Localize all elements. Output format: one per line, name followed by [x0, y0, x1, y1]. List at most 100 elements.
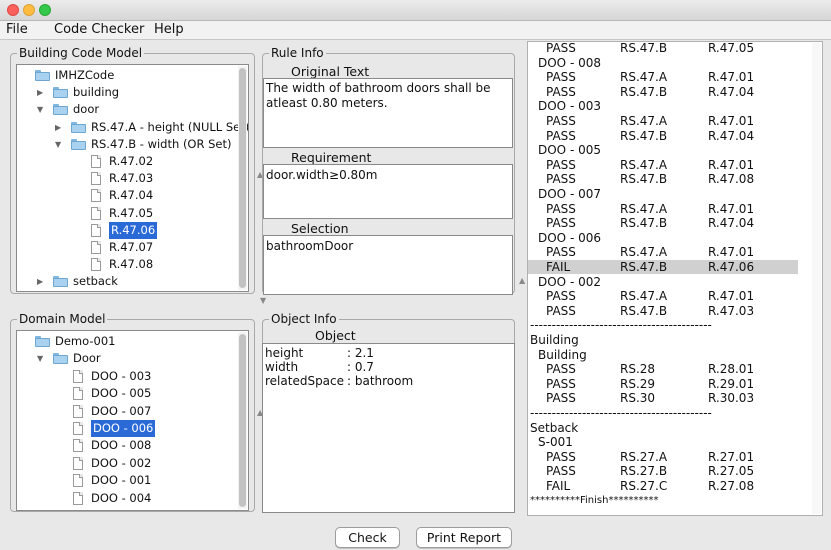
report-line: DOO - 006: [528, 231, 798, 245]
tree-item[interactable]: R.47.05: [17, 205, 237, 222]
report-rule: R.47.01: [708, 70, 755, 85]
report-ruleset: RS.27.B: [620, 464, 668, 479]
print-report-button[interactable]: Print Report: [416, 527, 512, 548]
tree-item[interactable]: ▼ RS.47.B - width (OR Set): [17, 136, 237, 153]
zoom-window-button[interactable]: [39, 4, 51, 16]
menu-code-checker[interactable]: Code Checker: [54, 22, 144, 37]
folder-icon: [35, 336, 50, 347]
tree-item[interactable]: ▶ setback: [17, 273, 237, 290]
report-line: PASS RS.47.B R.47.04: [528, 129, 798, 143]
collapse-arrow-icon[interactable]: ▼: [55, 136, 61, 153]
report-status: DOO - 008: [538, 55, 601, 70]
tree-item[interactable]: ▶ RS.47.A - height (NULL Set): [17, 119, 248, 136]
document-icon: [73, 439, 83, 453]
tree-item[interactable]: DOO - 005: [17, 385, 237, 402]
tree-item[interactable]: DOO - 007: [17, 403, 237, 420]
tree-item-label: building: [73, 85, 120, 100]
report-line: DOO - 003: [528, 99, 798, 113]
tree-item[interactable]: IMHZCode: [17, 67, 237, 84]
menu-help[interactable]: Help: [154, 22, 184, 37]
splitter-grip[interactable]: ▲: [519, 276, 525, 285]
report-line: PASS RS.47.B R.47.04: [528, 216, 798, 230]
tree-item[interactable]: R.47.07: [17, 239, 237, 256]
document-icon: [91, 172, 101, 186]
report-line: Building: [528, 348, 798, 362]
report-rule: R.30.03: [708, 391, 755, 406]
report-status: DOO - 003: [538, 99, 601, 114]
close-window-button[interactable]: [7, 4, 19, 16]
tree-item-label: RS.47.B - width (OR Set): [91, 136, 232, 151]
report-status: FAIL: [546, 260, 571, 274]
menu-bar: File Code Checker Help: [0, 21, 831, 40]
report-rule: R.27.08: [708, 479, 755, 493]
collapse-arrow-icon[interactable]: ▼: [37, 350, 43, 367]
report-ruleset: RS.47.A: [620, 70, 668, 85]
building-code-model-panel: Building Code Model IMHZCode ▶ building ▼ do…: [10, 46, 255, 294]
tree-item[interactable]: DOO - 001: [17, 472, 237, 489]
report-status: PASS: [546, 41, 576, 55]
report-status: Building: [530, 333, 579, 347]
tree-item-label: R.47.05: [109, 205, 154, 220]
report-ruleset: RS.47.B: [620, 216, 668, 231]
document-icon: [73, 387, 83, 401]
folder-icon: [35, 70, 50, 81]
tree-item[interactable]: Demo-001: [17, 333, 237, 350]
tree-item-label: R.47.02: [109, 154, 154, 168]
tree-item[interactable]: DOO - 006: [17, 420, 237, 437]
tree-item[interactable]: ▶ building: [17, 84, 237, 101]
document-icon: [73, 474, 83, 488]
report-line: PASS RS.47.B R.47.05: [528, 41, 798, 55]
object-properties-area[interactable]: height: 2.1 width: 0.7 relatedSpace: bathr…: [262, 343, 515, 513]
original-text-area[interactable]: The width of bathroom doors shall be atl…: [263, 78, 513, 148]
tree-item-label: DOO - 008: [91, 438, 152, 453]
report-line: PASS RS.47.A R.47.01: [528, 245, 798, 259]
tree-item[interactable]: R.47.06: [17, 221, 237, 239]
tree-item[interactable]: R.47.02: [17, 153, 237, 170]
expand-arrow-icon[interactable]: ▶: [37, 84, 43, 101]
expand-arrow-icon[interactable]: ▶: [37, 273, 43, 290]
building-code-tree[interactable]: IMHZCode ▶ building ▼ door ▶ RS.47.A - height …: [16, 64, 249, 292]
report-status: PASS: [546, 114, 576, 128]
object-label: Object: [315, 328, 356, 343]
menu-file[interactable]: File: [6, 22, 28, 37]
report-line: DOO - 002: [528, 275, 798, 289]
tree-item[interactable]: R.47.08: [17, 256, 237, 273]
report-status: S-001: [538, 435, 573, 450]
building-code-model-title: Building Code Model: [17, 46, 145, 60]
collapse-arrow-icon[interactable]: ▼: [37, 101, 43, 118]
domain-tree-scroll-thumb[interactable]: [239, 334, 246, 507]
tree-item-label: R.47.06: [109, 221, 158, 239]
tree-item-label: DOO - 002: [91, 455, 152, 470]
tree-item[interactable]: DOO - 008: [17, 437, 237, 454]
tree-item[interactable]: DOO - 003: [17, 368, 237, 385]
report-line: DOO - 008: [528, 56, 798, 70]
report-line: PASS RS.47.A R.47.01: [528, 289, 798, 303]
domain-tree-scrollbar[interactable]: [238, 332, 247, 509]
expand-arrow-icon[interactable]: ▶: [55, 119, 61, 136]
report-status: PASS: [546, 128, 576, 143]
tree-item[interactable]: ▼ door: [17, 101, 237, 118]
check-button[interactable]: Check: [335, 527, 400, 548]
report-rule: R.27.05: [708, 464, 755, 479]
code-tree-scrollbar[interactable]: [238, 66, 247, 290]
minimize-window-button[interactable]: [23, 4, 35, 16]
tree-item[interactable]: R.47.04: [17, 187, 237, 204]
report-area[interactable]: PASS RS.47.B R.47.05 DOO - 008 PASS RS.47.A R.…: [527, 41, 823, 516]
report-ruleset: RS.47.B: [620, 303, 668, 318]
tree-item[interactable]: DOO - 004: [17, 490, 237, 507]
tree-item[interactable]: DOO - 002: [17, 455, 237, 472]
tree-item[interactable]: R.47.03: [17, 170, 237, 187]
tree-item[interactable]: ▼ Door: [17, 350, 237, 367]
document-icon: [73, 491, 83, 505]
splitter-grip[interactable]: ▼: [260, 296, 266, 305]
code-tree-scroll-thumb[interactable]: [239, 68, 246, 288]
report-status: PASS: [546, 157, 576, 172]
report-line: PASS RS.47.A R.47.01: [528, 202, 798, 216]
requirement-area[interactable]: door.width≥0.80m: [263, 164, 513, 219]
domain-model-tree[interactable]: Demo-001 ▼ Door DOO - 003 DOO - 005 DOO - 007…: [16, 330, 249, 511]
folder-icon: [71, 138, 86, 150]
report-line: DOO - 007: [528, 187, 798, 201]
selection-area[interactable]: bathroomDoor: [263, 235, 513, 295]
report-scrollbar[interactable]: [812, 43, 821, 514]
report-rule: R.29.01: [708, 376, 755, 391]
